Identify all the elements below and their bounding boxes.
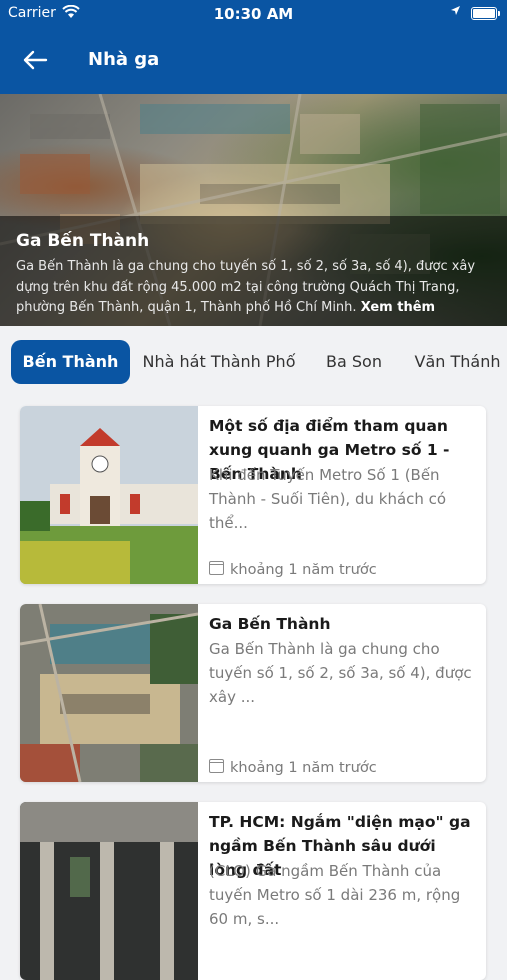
hero-title: Ga Bến Thành <box>16 231 150 251</box>
tab-ben-thanh[interactable]: Bến Thành <box>11 340 130 384</box>
clock: 10:30 AM <box>213 5 294 23</box>
tab-van-thanh[interactable]: Văn Thánh <box>408 340 507 384</box>
article-date: khoảng 1 năm trước <box>209 759 377 776</box>
article-description: Khi đến Tuyến Metro Số 1 (Bến Thành - Su… <box>209 466 447 532</box>
station-tabs: Bến Thành Nhà hát Thành Phố Ba Son Văn T… <box>0 326 507 402</box>
article-title: Ga Bến Thành <box>209 615 331 633</box>
status-bar: Carrier 10:30 AM <box>0 0 507 28</box>
tab-nha-hat-thanh-pho[interactable]: Nhà hát Thành Phố <box>140 340 298 384</box>
hero-description: Ga Bến Thành là ga chung cho tuyến số 1,… <box>16 257 496 319</box>
article-description: (CLO) Ga ngầm Bến Thành của tuyến Metro … <box>209 862 461 928</box>
calendar-icon <box>209 759 224 773</box>
tab-ba-son[interactable]: Ba Son <box>316 340 392 384</box>
article-thumbnail <box>20 802 198 980</box>
article-card[interactable]: Ga Bến Thành Ga Bến Thành là ga chung ch… <box>20 604 486 782</box>
battery-icon <box>471 7 500 20</box>
read-more-link[interactable]: Xem thêm <box>361 300 435 315</box>
article-thumbnail <box>20 406 198 584</box>
calendar-icon <box>209 561 224 575</box>
article-date-text: khoảng 1 năm trước <box>230 562 377 578</box>
page-title: Nhà ga <box>88 49 160 70</box>
hero-banner: Ga Bến Thành Ga Bến Thành là ga chung ch… <box>0 94 507 326</box>
back-arrow-icon[interactable] <box>20 45 50 75</box>
article-card[interactable]: Một số địa điểm tham quan xung quanh ga … <box>20 406 486 584</box>
nav-bar: Nhà ga <box>0 28 507 94</box>
article-card[interactable]: TP. HCM: Ngắm "diện mạo" ga ngầm Bến Thà… <box>20 802 486 980</box>
article-thumbnail <box>20 604 198 782</box>
article-date-text: khoảng 1 năm trước <box>230 760 377 776</box>
article-description: Ga Bến Thành là ga chung cho tuyến số 1,… <box>209 640 472 706</box>
location-arrow-icon <box>450 5 461 19</box>
article-date: khoảng 1 năm trước <box>209 561 377 578</box>
